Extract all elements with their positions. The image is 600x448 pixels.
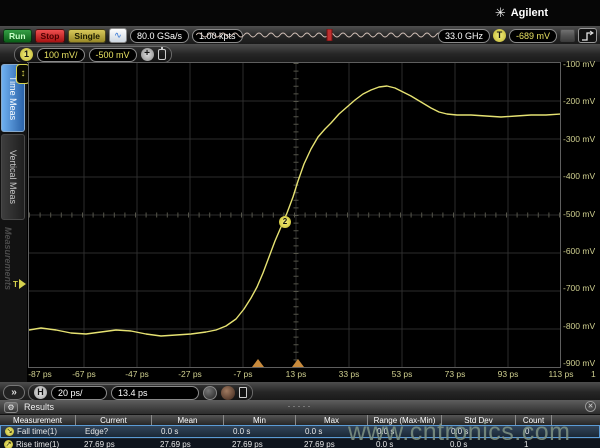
trigger-level-field[interactable]: -689 mV xyxy=(509,29,557,43)
y-axis-label: -900 mV xyxy=(563,357,595,369)
cell-min: 0.0 s xyxy=(225,427,297,436)
acquisition-preview-waveform xyxy=(196,29,452,41)
tab-vertical-meas[interactable]: Vertical Meas xyxy=(1,134,25,220)
y-axis-label: -300 mV xyxy=(563,133,595,145)
trigger-cluster: 33.0 GHz T -689 mV xyxy=(438,28,597,43)
brand-name: Agilent xyxy=(511,7,548,19)
waveform-display[interactable]: 2 xyxy=(28,62,561,368)
timebase-scale-field[interactable]: 20 ps/ xyxy=(51,386,107,400)
results-title: Results xyxy=(24,402,54,412)
col-current[interactable]: Current xyxy=(76,415,152,425)
scope-display-icon: ∿ xyxy=(114,31,122,40)
channel1-scale-field[interactable]: 100 mV/ xyxy=(37,48,85,62)
title-bar: ✳ Agilent xyxy=(0,0,600,26)
run-button[interactable]: Run xyxy=(3,29,32,43)
measurement-name: Fall time(1) xyxy=(17,427,57,436)
channel-number-label: 1 xyxy=(591,369,596,379)
col-min[interactable]: Min xyxy=(224,415,296,425)
y-axis-label: -600 mV xyxy=(563,245,595,257)
measurements-ghost-text: Measurements xyxy=(3,227,13,290)
horizontal-knob-icon[interactable] xyxy=(203,386,217,400)
fall-time-badge-icon: ↘ xyxy=(5,427,14,436)
timebase-cluster: » H 20 ps/ 13.4 ps xyxy=(3,384,253,401)
trigger-level-marker-label: T xyxy=(13,280,18,289)
x-axis-label: -67 ps xyxy=(72,369,96,379)
y-axis-label: -500 mV xyxy=(563,208,595,220)
y-axis-label: -400 mV xyxy=(563,170,595,182)
cell-current: 27.69 ps xyxy=(76,440,152,448)
waveform-marker-2[interactable]: 2 xyxy=(279,216,291,228)
sample-rate-field[interactable]: 80.0 GSa/s xyxy=(130,29,189,43)
measurements-panel-label: Measurements xyxy=(3,227,13,357)
watermark-text: www.cntronics.com xyxy=(348,418,570,447)
x-axis-label: 13 ps xyxy=(286,369,307,379)
x-axis-label: -7 ps xyxy=(234,369,253,379)
horizontal-badge[interactable]: H xyxy=(34,386,47,399)
results-settings-button[interactable]: ⚙ xyxy=(4,402,18,413)
x-axis-label: 113 ps xyxy=(549,369,574,379)
col-mean[interactable]: Mean xyxy=(152,415,224,425)
trigger-setup-button[interactable] xyxy=(578,28,597,43)
x-axis-label: 73 ps xyxy=(445,369,466,379)
timebase-toolbar: » H 20 ps/ 13.4 ps xyxy=(0,382,600,400)
trigger-position-marker xyxy=(327,29,332,41)
drag-handle-icon[interactable]: ····· xyxy=(288,400,313,412)
agilent-star-icon: ✳ xyxy=(495,6,506,19)
measurement-gate-stop-icon[interactable] xyxy=(292,359,304,367)
col-measurement[interactable]: Measurement xyxy=(0,415,76,425)
channel-toolbar: 1 100 mV/ -500 mV + xyxy=(0,44,600,62)
stop-button[interactable]: Stop xyxy=(35,29,66,43)
x-axis-label: -47 ps xyxy=(125,369,149,379)
x-axis-label: 53 ps xyxy=(392,369,413,379)
left-sidebar: Time Meas Vertical Meas Measurements xyxy=(0,62,27,382)
y-axis-labels: -100 mV -200 mV -300 mV -400 mV -500 mV -600 … xyxy=(563,58,600,370)
x-axis-label: -27 ps xyxy=(178,369,202,379)
measurement-gate-start-icon[interactable] xyxy=(252,359,264,367)
display-settings-button[interactable]: ∿ xyxy=(109,28,127,43)
bandwidth-field[interactable]: 33.0 GHz xyxy=(438,29,490,43)
results-close-button[interactable]: ✕ xyxy=(585,401,596,412)
agilent-logo: ✳ Agilent xyxy=(495,6,548,19)
trigger-source-badge[interactable]: T xyxy=(493,29,506,42)
add-channel-icon[interactable]: + xyxy=(141,48,154,61)
y-axis-label: -200 mV xyxy=(563,95,595,107)
cell-mean: 27.69 ps xyxy=(152,440,224,448)
cell-current: Edge? xyxy=(77,427,153,436)
cell-min: 27.69 ps xyxy=(224,440,296,448)
trigger-level-arrow-icon xyxy=(19,279,26,289)
x-axis-label: -87 ps xyxy=(28,369,52,379)
gear-icon: ⚙ xyxy=(7,403,14,412)
y-axis-label: -700 mV xyxy=(563,282,595,294)
channel1-badge[interactable]: 1 xyxy=(20,48,33,61)
single-button[interactable]: Single xyxy=(68,29,106,43)
results-header[interactable]: ⚙ Results ····· ✕ xyxy=(0,400,600,414)
channel1-group: 1 100 mV/ -500 mV + xyxy=(14,46,172,63)
x-axis-label: 93 ps xyxy=(498,369,519,379)
probe-icon[interactable] xyxy=(158,49,166,60)
timebase-position-field[interactable]: 13.4 ps xyxy=(111,386,199,400)
tab-vertical-meas-label: Vertical Meas xyxy=(8,150,18,204)
trackball-icon[interactable] xyxy=(221,386,235,400)
acquisition-toolbar: Run Stop Single ∿ 80.0 GSa/s 1.00 kpts 3… xyxy=(0,26,600,44)
x-axis-label: 33 ps xyxy=(339,369,360,379)
y-axis-label: -100 mV xyxy=(563,58,595,70)
channel1-offset-field[interactable]: -500 mV xyxy=(89,48,137,62)
y-axis-label: -800 mV xyxy=(563,320,595,332)
expand-panel-button[interactable]: » xyxy=(3,385,25,400)
measurement-name: Rise time(1) xyxy=(16,440,59,448)
channel1-cluster: 1 100 mV/ -500 mV + xyxy=(14,46,172,63)
trigger-level-marker[interactable]: T xyxy=(13,279,26,289)
oscilloscope-screen: ✳ Agilent Run Stop Single ∿ 80.0 GSa/s 1… xyxy=(0,0,600,448)
cell-mean: 0.0 s xyxy=(153,427,225,436)
rise-time-badge-icon: ↗ xyxy=(4,440,13,448)
x-axis-labels: -87 ps -67 ps -47 ps -27 ps -7 ps 13 ps 33 ps 5… xyxy=(28,369,561,381)
close-icon: ✕ xyxy=(588,403,594,410)
panel-icon[interactable] xyxy=(239,387,247,398)
timebase-group: H 20 ps/ 13.4 ps xyxy=(28,384,253,401)
waveform-layer xyxy=(29,63,560,367)
waveform-path xyxy=(29,86,560,336)
disabled-tool-icon xyxy=(560,29,575,42)
trigger-edge-icon xyxy=(581,30,595,42)
